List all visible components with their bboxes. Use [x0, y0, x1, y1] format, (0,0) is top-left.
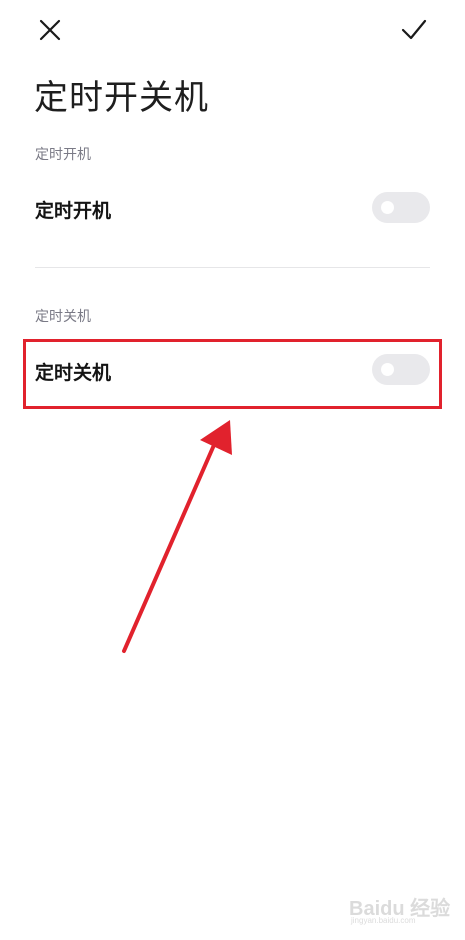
section-header-power-on: 定时开机 — [35, 147, 91, 163]
watermark-brand: Baidu 经验 — [349, 898, 451, 920]
baidu-watermark-logo: Baidu 经验 jingyan.baidu.com — [345, 888, 450, 928]
page-title: 定时开关机 — [34, 78, 209, 118]
toggle-knob — [381, 363, 394, 376]
watermark-url: jingyan.baidu.com — [351, 916, 416, 925]
setting-label-power-on: 定时开机 — [35, 200, 112, 222]
setting-row-scheduled-power-off[interactable]: 定时关机 — [24, 338, 440, 402]
close-icon — [39, 19, 61, 41]
check-icon — [401, 19, 427, 40]
top-bar — [0, 0, 465, 60]
confirm-button[interactable] — [394, 10, 434, 50]
section-header-power-off: 定时关机 — [35, 309, 91, 325]
toggle-knob — [381, 201, 394, 214]
power-on-toggle[interactable] — [372, 192, 430, 223]
setting-row-scheduled-power-on[interactable]: 定时开机 — [24, 176, 440, 240]
section-divider — [35, 267, 430, 268]
power-off-toggle[interactable] — [372, 354, 430, 385]
setting-label-power-off: 定时关机 — [35, 362, 112, 384]
annotation-arrow — [122, 420, 232, 653]
close-button[interactable] — [30, 10, 70, 50]
